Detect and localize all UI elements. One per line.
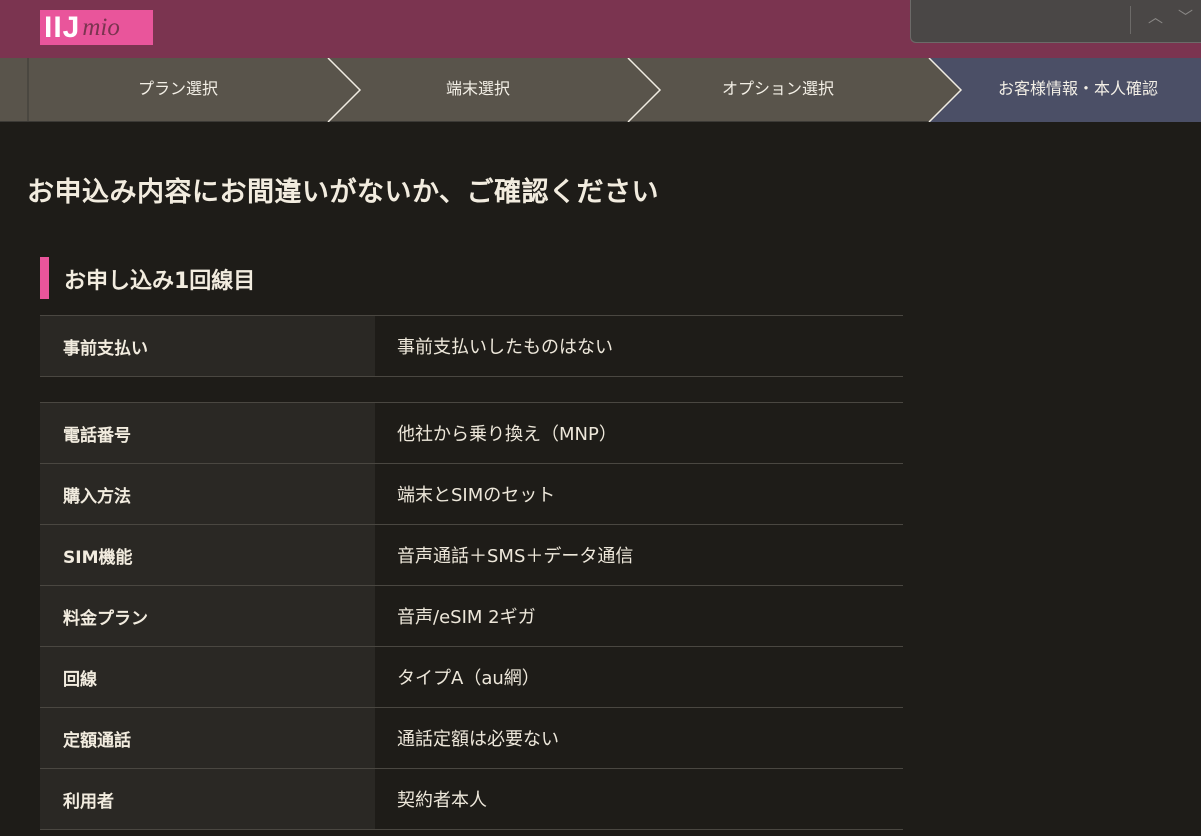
logo-text-iij: IIJ — [44, 11, 81, 44]
chevron-down-icon[interactable]: ﹀ — [1178, 6, 1193, 27]
row-label: 定額通話 — [40, 708, 375, 768]
table-row: 回線 タイプA（au網） — [40, 647, 903, 708]
table-row: 定額通話 通話定額は必要ない — [40, 708, 903, 769]
row-label: 電話番号 — [40, 403, 375, 463]
step-option-selection[interactable]: オプション選択 — [628, 58, 928, 122]
row-value: 事前支払いしたものはない — [397, 337, 613, 358]
row-label: 料金プラン — [40, 586, 375, 646]
step-plan-selection[interactable]: プラン選択 — [28, 58, 328, 122]
row-value: 通話定額は必要ない — [397, 729, 559, 750]
details-table: 電話番号 他社から乗り換え（MNP） 購入方法 端末とSIMのセット SIM機能… — [40, 402, 903, 830]
table-row: 事前支払い 事前支払いしたものはない — [40, 316, 903, 377]
section-accent-bar — [40, 257, 49, 299]
page-title: お申込み内容にお間違いがないか、ご確認ください — [27, 177, 659, 208]
row-label: 事前支払い — [40, 316, 375, 376]
section-title: お申し込み1回線目 — [64, 269, 256, 294]
row-value: 音声/eSIM 2ギガ — [397, 607, 536, 628]
row-value: 音声通話＋SMS＋データ通信 — [397, 546, 634, 567]
step-device-selection[interactable]: 端末選択 — [328, 58, 628, 122]
iijmio-logo[interactable]: IIJ mio — [40, 10, 153, 45]
row-label: SIM機能 — [40, 525, 375, 585]
row-label: 回線 — [40, 647, 375, 707]
row-label: 購入方法 — [40, 464, 375, 524]
prepay-table: 事前支払い 事前支払いしたものはない — [40, 315, 903, 377]
table-row: 購入方法 端末とSIMのセット — [40, 464, 903, 525]
divider — [1130, 6, 1131, 34]
row-value: 他社から乗り換え（MNP） — [397, 424, 617, 445]
site-header: IIJ mio ︿ ﹀ — [0, 0, 1201, 58]
step-customer-info: お客様情報・本人確認 — [997, 79, 1158, 98]
logo-text-mio: mio — [82, 14, 120, 41]
progress-steps: プラン選択 端末選択 オプション選択 お客様情報・本人確認 — [0, 58, 1201, 122]
table-row: 料金プラン 音声/eSIM 2ギガ — [40, 586, 903, 647]
header-utility-box: ︿ ﹀ — [910, 0, 1201, 43]
table-row: SIM機能 音声通話＋SMS＋データ通信 — [40, 525, 903, 586]
chevron-up-icon[interactable]: ︿ — [1148, 6, 1163, 27]
row-value: 端末とSIMのセット — [397, 485, 556, 506]
row-label: 利用者 — [40, 769, 375, 829]
row-value: 契約者本人 — [397, 790, 487, 811]
table-row: 電話番号 他社から乗り換え（MNP） — [40, 403, 903, 464]
row-value: タイプA（au網） — [397, 668, 540, 689]
table-row: 利用者 契約者本人 — [40, 769, 903, 830]
